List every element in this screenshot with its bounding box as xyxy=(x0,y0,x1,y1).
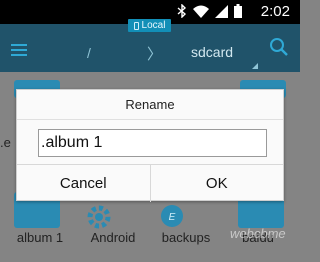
dialog-buttons: Cancel OK xyxy=(17,164,283,202)
item-label: album 1 xyxy=(16,230,64,245)
phone-icon xyxy=(133,21,139,30)
app-logo-icon[interactable]: E xyxy=(160,204,184,233)
item-label: Android xyxy=(90,230,136,245)
rename-input[interactable] xyxy=(38,129,267,157)
badge-label: Local xyxy=(141,20,166,31)
bluetooth-icon xyxy=(177,4,187,18)
partial-item-label: .e xyxy=(0,135,11,150)
svg-text:E: E xyxy=(169,212,176,223)
ok-button[interactable]: OK xyxy=(149,165,284,202)
storage-badge[interactable]: Local xyxy=(128,19,171,32)
rename-dialog: Rename Cancel OK xyxy=(16,89,284,202)
breadcrumb-current[interactable]: sdcard xyxy=(191,44,233,60)
clock: 2:02 xyxy=(260,3,290,20)
breadcrumb-root[interactable]: / xyxy=(87,45,91,61)
search-icon[interactable] xyxy=(269,37,289,62)
battery-icon xyxy=(234,4,242,18)
dialog-title: Rename xyxy=(17,90,283,120)
status-icons xyxy=(177,4,242,18)
dropdown-corner-icon[interactable] xyxy=(252,63,258,69)
menu-icon[interactable] xyxy=(11,44,27,56)
watermark: webcbme xyxy=(230,226,286,241)
breadcrumb-separator: 〉 xyxy=(147,46,163,63)
cancel-button[interactable]: Cancel xyxy=(17,165,150,202)
item-label: backups xyxy=(161,230,211,245)
wifi-icon xyxy=(193,5,209,18)
cell-signal-icon xyxy=(215,4,228,18)
